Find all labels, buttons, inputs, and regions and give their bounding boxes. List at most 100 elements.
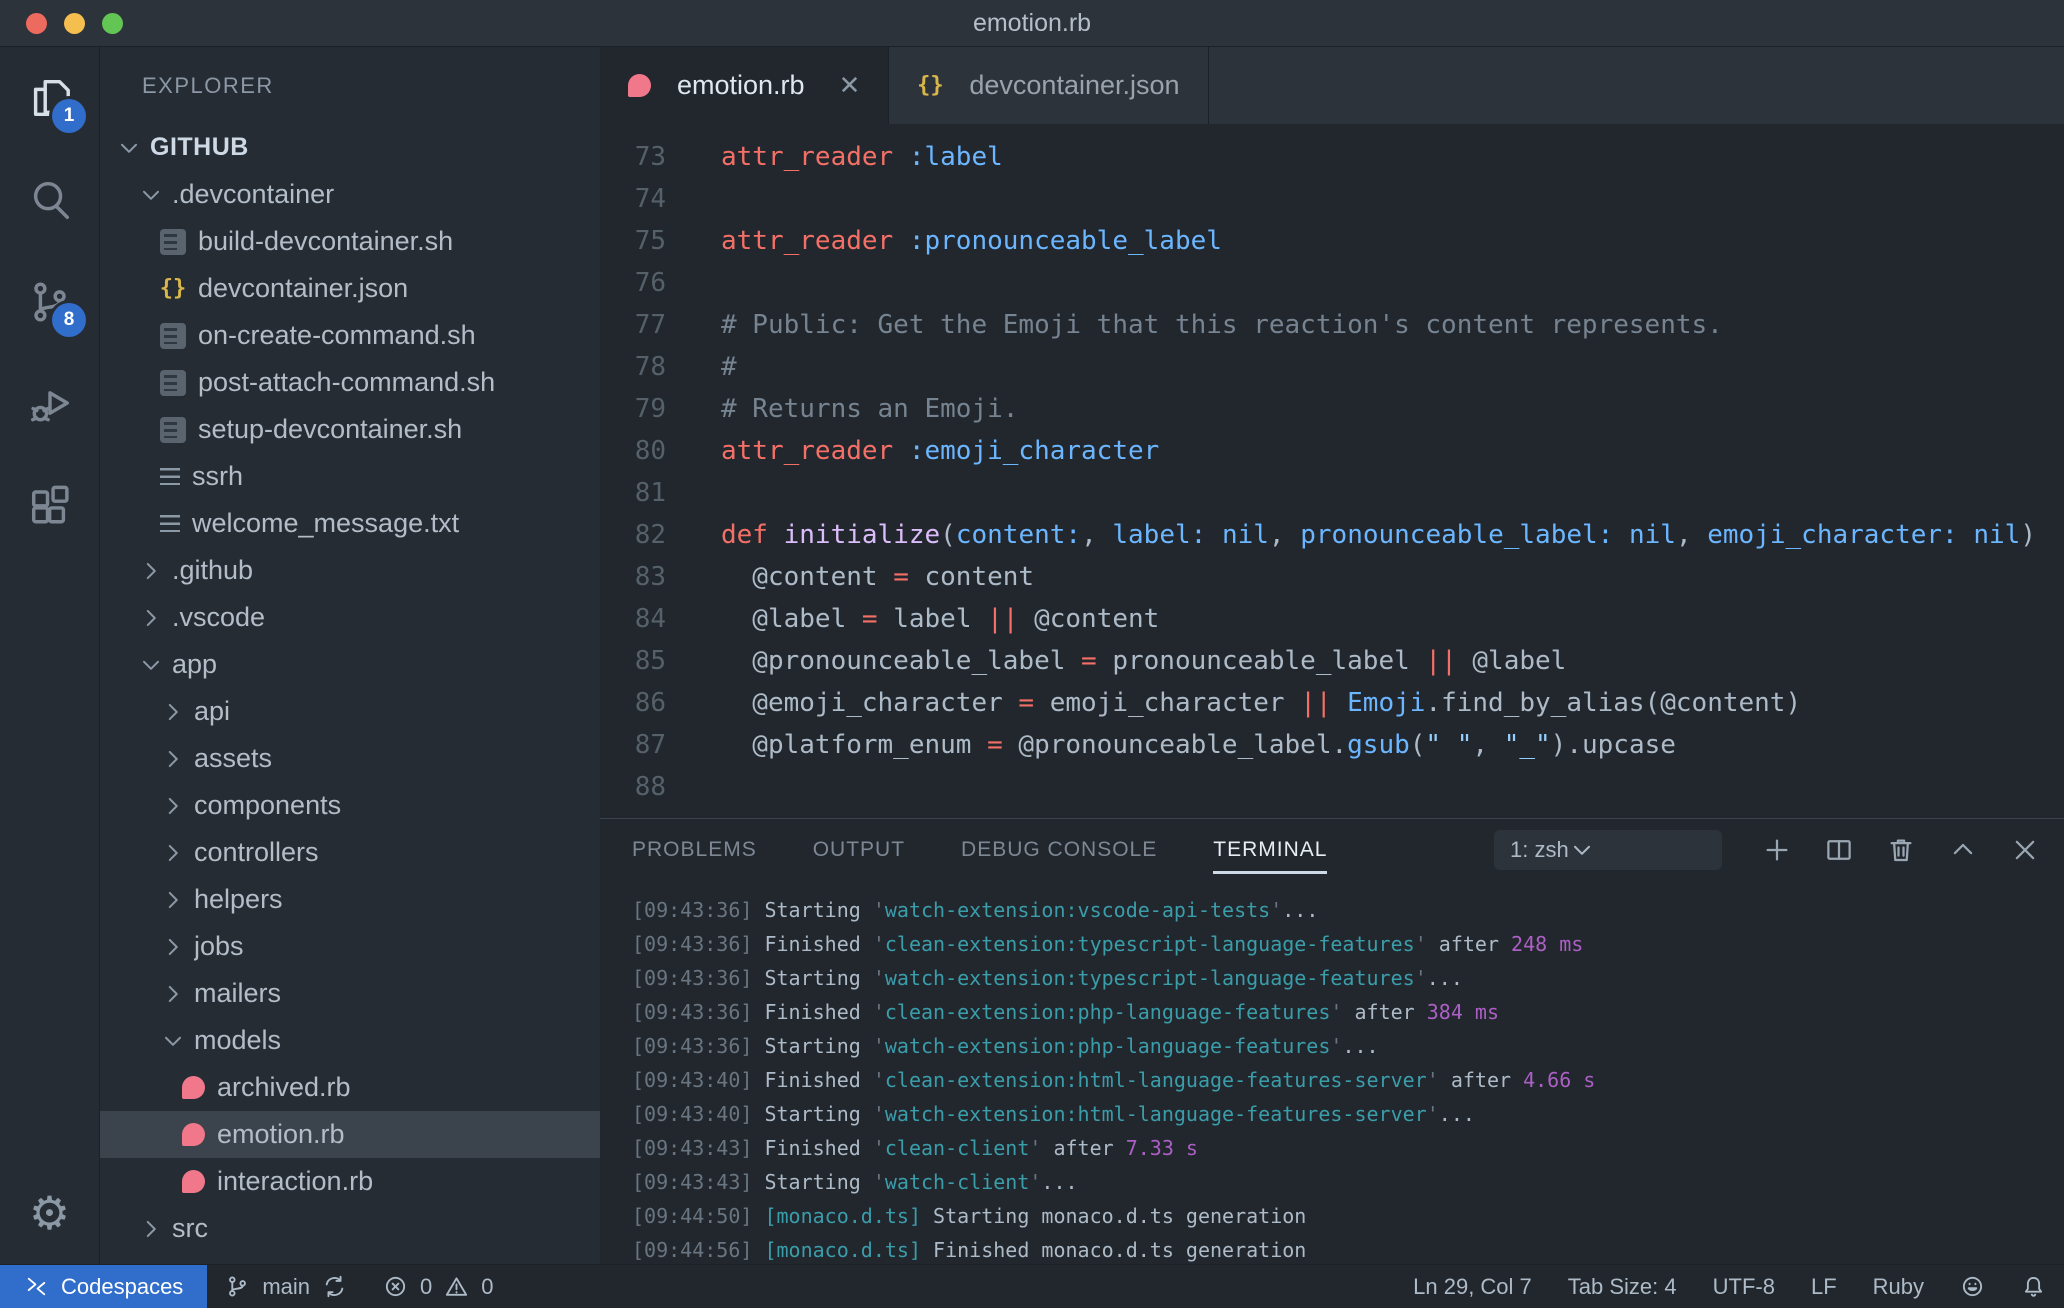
status-tab-size[interactable]: Tab Size: 4 <box>1550 1265 1695 1308</box>
panel-tab-debug-console[interactable]: DEBUG CONSOLE <box>961 819 1157 881</box>
tree-row-src[interactable]: src <box>100 1205 600 1252</box>
tree-row-devcontainer[interactable]: .devcontainer <box>100 171 600 218</box>
terminal-shell-select[interactable]: 1: zsh <box>1494 830 1722 870</box>
terminal-line: [09:43:43] Starting 'watch-client'... <box>632 1170 1078 1194</box>
tree-row-ssrh[interactable]: ssrh <box>100 453 600 500</box>
tree-row-on-create-command-sh[interactable]: on-create-command.sh <box>100 312 600 359</box>
terminal-line: [09:43:40] Starting 'watch-extension:htm… <box>632 1102 1475 1126</box>
bell-icon <box>2024 1277 2043 1297</box>
code-line: 80 attr_reader :emoji_character <box>600 430 2064 472</box>
activity-item-run-debug[interactable] <box>0 353 99 455</box>
status-cursor-position[interactable]: Ln 29, Col 7 <box>1395 1265 1550 1308</box>
minimize-window-button[interactable] <box>64 12 85 34</box>
panel-actions: 1: zsh <box>1494 830 2040 870</box>
code-line: 76 <box>600 262 2064 304</box>
status-branch[interactable]: main <box>207 1265 365 1308</box>
tree-item-label: components <box>194 790 342 820</box>
status-feedback[interactable] <box>1942 1265 2003 1308</box>
status-encoding[interactable]: UTF-8 <box>1695 1265 1793 1308</box>
tab-devcontainer-json[interactable]: {} devcontainer.json <box>889 47 1209 124</box>
code-editor[interactable]: 73 attr_reader :label 74 75 attr_reader :pro… <box>600 124 2064 818</box>
tree-row-archived-rb[interactable]: archived.rb <box>100 1064 600 1111</box>
status-problems[interactable]: 00 <box>365 1265 512 1308</box>
tree-item-label: welcome_message.txt <box>192 508 460 538</box>
chevron-right-icon <box>168 703 178 720</box>
tree-row-api[interactable]: api <box>100 688 600 735</box>
panel-tab-output[interactable]: OUTPUT <box>813 819 905 881</box>
tree-row-helpers[interactable]: helpers <box>100 876 600 923</box>
bottom-panel: PROBLEMS OUTPUT DEBUG CONSOLE TERMINAL 1: z… <box>600 818 2064 1264</box>
activity-item-source-control[interactable]: 8 <box>0 251 99 353</box>
chevron-right-icon <box>168 750 178 767</box>
line-number: 76 <box>634 268 666 298</box>
tree-item-label: .vscode <box>172 602 266 632</box>
sidebar-header: EXPLORER <box>100 47 600 124</box>
line-number: 87 <box>634 730 666 760</box>
status-notifications[interactable] <box>2003 1265 2064 1308</box>
tree-row-assets[interactable]: assets <box>100 735 600 782</box>
status-eol[interactable]: LF <box>1793 1265 1855 1308</box>
activity-item-search[interactable] <box>0 149 99 251</box>
activity-item-settings[interactable]: ⚙ <box>0 1162 99 1264</box>
chevron-right-icon <box>168 985 178 1002</box>
split-terminal-button[interactable] <box>1824 835 1854 865</box>
kill-terminal-button[interactable] <box>1886 835 1916 865</box>
close-window-button[interactable] <box>26 12 47 34</box>
tree-row-interaction-rb[interactable]: interaction.rb <box>100 1158 600 1205</box>
tree-row-github[interactable]: .github <box>100 547 600 594</box>
tree-row-jobs[interactable]: jobs <box>100 923 600 970</box>
maximize-window-button[interactable] <box>102 12 123 34</box>
chevron-right-icon <box>168 797 178 814</box>
code-line: 82 def initialize(content:, label: nil, p… <box>600 514 2064 556</box>
terminal-line: [09:43:43] Finished 'clean-client' after… <box>632 1136 1198 1160</box>
tree-row-controllers[interactable]: controllers <box>100 829 600 876</box>
line-number: 74 <box>634 184 666 214</box>
file-tree: GITHUB .devcontainer build-devcontainer.sh… <box>100 124 600 1264</box>
status-codespaces[interactable]: Codespaces <box>0 1265 208 1308</box>
line-number: 80 <box>634 436 666 466</box>
chevron-down-sm-icon <box>120 143 138 153</box>
activity-item-extensions[interactable] <box>0 455 99 557</box>
chevron-up-icon <box>1953 843 1973 855</box>
tab-label: devcontainer.json <box>969 70 1180 100</box>
status-text: UTF-8 <box>1712 1273 1775 1299</box>
tree-row-setup-devcontainer-sh[interactable]: setup-devcontainer.sh <box>100 406 600 453</box>
sync-icon <box>325 1275 344 1298</box>
tree-row-github[interactable]: GITHUB <box>100 124 600 171</box>
code-line: 77 # Public: Get the Emoji that this reac… <box>600 304 2064 346</box>
tree-row-post-attach-command-sh[interactable]: post-attach-command.sh <box>100 359 600 406</box>
line-number: 81 <box>634 478 666 508</box>
tree-row-emotion-rb[interactable]: emotion.rb <box>100 1111 600 1158</box>
tree-row-welcome-message-txt[interactable]: welcome_message.txt <box>100 500 600 547</box>
line-number: 77 <box>634 310 666 340</box>
editor-tab-bar: emotion.rb ✕ {} devcontainer.json <box>600 47 2064 124</box>
panel-tab-terminal[interactable]: TERMINAL <box>1213 819 1328 881</box>
error-icon <box>385 1276 406 1297</box>
remote-icon <box>27 1277 46 1296</box>
tree-row-components[interactable]: components <box>100 782 600 829</box>
ruby-file-icon <box>628 74 651 97</box>
panel-tab-problems[interactable]: PROBLEMS <box>632 819 757 881</box>
tree-row-models[interactable]: models <box>100 1017 600 1064</box>
tree-row-devcontainer-json[interactable]: {} devcontainer.json <box>100 265 600 312</box>
editor-group: emotion.rb ✕ {} devcontainer.json 73 attr_re… <box>600 47 2064 1264</box>
close-tab-icon[interactable]: ✕ <box>839 71 861 101</box>
tree-item-label: api <box>194 696 231 726</box>
window-title: emotion.rb <box>972 8 1092 37</box>
status-text: main <box>262 1273 310 1299</box>
tree-row-vscode[interactable]: .vscode <box>100 594 600 641</box>
tree-row-mailers[interactable]: mailers <box>100 970 600 1017</box>
line-number: 86 <box>634 688 666 718</box>
new-terminal-button[interactable] <box>1762 835 1792 865</box>
tree-row-build-devcontainer-sh[interactable]: build-devcontainer.sh <box>100 218 600 265</box>
close-panel-button[interactable] <box>2010 835 2040 865</box>
activity-item-explorer[interactable]: 1 <box>0 47 99 149</box>
status-language-mode[interactable]: Ruby <box>1855 1265 1942 1308</box>
terminal-output[interactable]: [09:43:36] Starting 'watch-extension:vsc… <box>600 881 2064 1264</box>
tree-row-app[interactable]: app <box>100 641 600 688</box>
tab-emotion-rb[interactable]: emotion.rb ✕ <box>600 47 890 124</box>
tab-label: emotion.rb <box>677 70 805 100</box>
maximize-panel-button[interactable] <box>1948 835 1978 865</box>
chevron-down-sm-icon <box>142 660 160 670</box>
terminal-line: [09:43:36] Starting 'watch-extension:vsc… <box>632 898 1319 922</box>
